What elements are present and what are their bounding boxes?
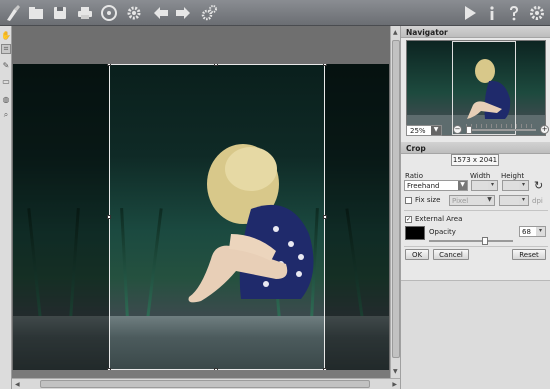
ratio-value: Freehand [407,182,440,190]
crop-handle-left[interactable] [107,215,111,219]
outside-crop-left [13,64,109,370]
batch-gear-icon[interactable] [199,3,219,23]
zoom-tool-icon[interactable]: ⌕ [1,110,11,120]
width-field[interactable]: ▾ [471,180,498,191]
print-icon[interactable] [75,3,95,23]
external-area-checkbox[interactable]: ✓ [405,216,412,223]
zoom-out-button[interactable]: − [453,125,462,134]
eraser-tool-icon[interactable]: ▭ [1,76,11,86]
scroll-down-icon[interactable]: ▼ [393,368,398,375]
cancel-button[interactable]: Cancel [433,249,469,260]
navigator-viewport[interactable] [452,41,516,135]
chevron-down-icon[interactable]: ▼ [485,196,494,205]
crop-dimensions: 1573 x 2041 [451,154,499,166]
outside-crop-right [325,64,389,370]
photo [13,64,389,370]
crop-section: Crop 1573 x 2041 Ratio Width Height Free… [401,142,550,260]
undo-icon[interactable] [151,3,171,23]
hand-tool-icon[interactable]: ✋ [1,30,11,40]
scroll-up-icon[interactable]: ▲ [393,29,398,36]
save-icon[interactable] [50,3,70,23]
opacity-slider[interactable] [429,237,513,245]
main-toolbar [0,0,550,26]
settings-gear-icon[interactable] [124,3,144,23]
play-icon[interactable] [460,3,480,23]
panel-empty-area [401,280,550,389]
swap-orientation-icon[interactable]: ↻ [534,179,543,192]
opacity-label: Opacity [429,228,456,236]
preferences-icon[interactable] [527,3,547,23]
crop-frame[interactable] [107,64,327,370]
reset-button[interactable]: Reset [512,249,546,260]
crop-tool-icon[interactable]: ⌗ [1,44,11,54]
crop-handle-top-left[interactable] [107,64,111,66]
vertical-scrollbar[interactable]: ▲ ▼ [390,26,400,378]
dpi-spinner-icon[interactable]: ▾ [519,196,528,205]
navigator-header: Navigator [401,26,550,38]
height-label: Height [501,172,525,180]
zoom-row: 25% ▼ − + [406,124,549,137]
vertical-scroll-thumb[interactable] [392,40,400,358]
share-icon[interactable] [99,3,119,23]
zoom-select[interactable]: 25% ▼ [406,125,442,136]
width-label: Width [470,172,491,180]
zoom-value: 25% [410,127,426,135]
scroll-right-icon[interactable]: ▶ [392,381,397,388]
opacity-value: 68 [522,228,531,236]
crop-handle-top[interactable] [214,64,218,66]
crop-header: Crop [401,142,550,154]
crop-handle-top-right[interactable] [323,64,327,66]
brush-tool-icon[interactable]: ✎ [1,60,11,70]
dpi-label: dpi [532,197,543,205]
ok-button[interactable]: OK [405,249,429,260]
width-spinner-icon[interactable]: ▾ [488,181,497,190]
horizontal-scrollbar[interactable]: ◀ ▶ [12,378,400,389]
opacity-slider-knob[interactable] [482,237,489,245]
zoom-slider-knob[interactable] [466,126,472,134]
chevron-down-icon[interactable]: ▼ [431,126,441,135]
opacity-spinner-icon[interactable]: ▾ [536,227,545,236]
scroll-left-icon[interactable]: ◀ [15,381,20,388]
ratio-label: Ratio [405,172,423,180]
fix-size-checkbox[interactable] [405,197,412,204]
chevron-down-icon[interactable]: ▼ [458,181,467,190]
stamp-tool-icon[interactable]: ◍ [1,94,11,104]
canvas-margin [12,370,390,378]
navigator-thumbnail[interactable] [406,40,546,136]
external-area-label: External Area [415,215,463,223]
info-icon[interactable] [482,3,502,23]
zoom-slider[interactable] [466,124,536,134]
unit-select[interactable]: Pixel ▼ [449,195,495,206]
tool-strip: ✋ ⌗ ✎ ▭ ◍ ⌕ [0,26,12,389]
height-field[interactable]: ▾ [502,180,529,191]
external-area-color-swatch[interactable] [405,226,425,240]
horizontal-scroll-thumb[interactable] [40,380,370,388]
image-canvas[interactable] [12,26,390,378]
crop-handle-right[interactable] [323,215,327,219]
dpi-field[interactable]: ▾ [499,195,529,206]
opacity-field[interactable]: 68 ▾ [519,226,546,237]
height-spinner-icon[interactable]: ▾ [519,181,528,190]
help-icon[interactable] [504,3,524,23]
zoom-in-button[interactable]: + [540,125,549,134]
open-icon[interactable] [26,3,46,23]
redo-icon[interactable] [173,3,193,23]
side-panel: Navigator 25% ▼ − + Crop 1573 x 2041 Rat… [400,26,550,389]
unit-value: Pixel [452,197,469,205]
fix-size-label: Fix size [415,196,441,204]
brush-logo-icon[interactable] [3,3,23,23]
ratio-select[interactable]: Freehand ▼ [404,180,468,191]
